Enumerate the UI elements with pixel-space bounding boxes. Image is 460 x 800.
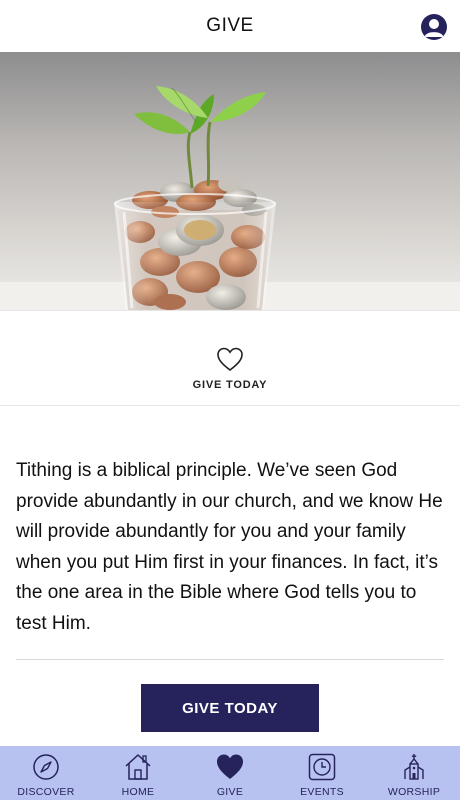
- tab-label: WORSHIP: [387, 786, 441, 798]
- hero-image: [0, 52, 460, 310]
- top-header: GIVE: [0, 0, 460, 53]
- profile-button[interactable]: [421, 14, 447, 40]
- tab-events[interactable]: EVENTS: [276, 746, 368, 800]
- page-title: GIVE: [206, 15, 254, 36]
- tithing-description: Tithing is a biblical principle. We’ve s…: [16, 460, 443, 634]
- heart-outline-icon: [217, 347, 243, 372]
- bottom-tab-bar: DISCOVER HOME GIVE EVENTS WORSHIP: [0, 746, 460, 800]
- tab-give[interactable]: GIVE: [184, 746, 276, 800]
- user-icon: [424, 19, 444, 37]
- app-screen: GIVE GIVE TODAY Tithing is a biblical pr…: [0, 0, 460, 800]
- give-today-label: GIVE TODAY: [192, 379, 268, 391]
- church-icon: [404, 754, 424, 780]
- compass-icon: [33, 754, 59, 780]
- give-today-section[interactable]: GIVE TODAY: [0, 310, 460, 406]
- home-icon: [125, 754, 151, 780]
- tab-label: EVENTS: [300, 786, 344, 798]
- tab-home[interactable]: HOME: [92, 746, 184, 800]
- divider: [16, 659, 444, 660]
- tab-label: GIVE: [216, 786, 244, 798]
- tab-worship[interactable]: WORSHIP: [368, 746, 460, 800]
- tab-label: DISCOVER: [17, 786, 75, 798]
- heart-icon: [217, 754, 243, 779]
- tab-label: HOME: [121, 786, 155, 798]
- clock-icon: [308, 753, 336, 781]
- tab-discover[interactable]: DISCOVER: [0, 746, 92, 800]
- give-today-button[interactable]: GIVE TODAY: [141, 684, 319, 732]
